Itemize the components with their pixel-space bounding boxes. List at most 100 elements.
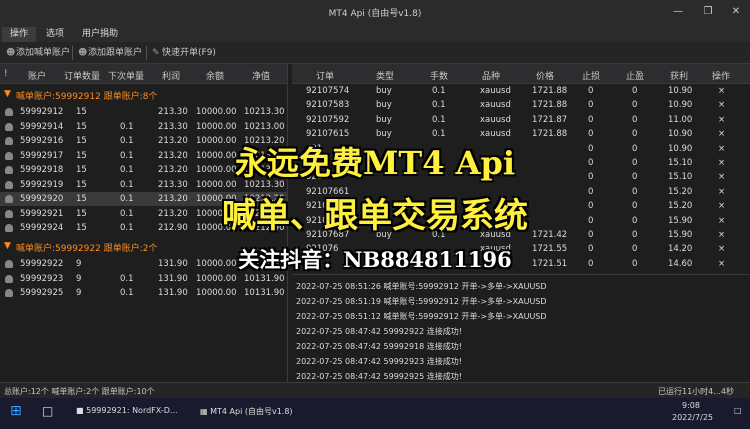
col-next-lots: 下次单量 xyxy=(108,72,145,82)
log-line: 2022-07-25 08:47:42 59992923 连接成功! xyxy=(296,357,462,366)
task-view-icon[interactable]: □ xyxy=(42,404,53,418)
clock-date[interactable]: 2022/7/25 xyxy=(672,413,713,422)
log-line: 2022-07-25 08:51:12 喊单账号:59992912 开单->多单… xyxy=(296,312,547,321)
lots-cell: 0.1 xyxy=(432,114,446,125)
user-icon xyxy=(5,289,13,297)
notification-icon[interactable]: □ xyxy=(734,406,742,415)
type-cell: buy xyxy=(376,86,392,96)
next-lots-cell: 0.1 xyxy=(120,273,134,284)
menu-options[interactable]: 选项 xyxy=(38,27,72,42)
log-line: 2022-07-25 08:47:42 59992925 连接成功! xyxy=(296,372,462,381)
close-button[interactable]: ✕ xyxy=(726,4,746,20)
toolbar-separator xyxy=(72,46,73,60)
col-profit: 利润 xyxy=(162,72,181,82)
add-caller-label: 添加喊单账户 xyxy=(16,48,71,58)
taskbar-app-mt4api[interactable]: ▦ MT4 Api (自由号v1.8) xyxy=(200,406,293,417)
windows-start-icon[interactable]: ⊞ xyxy=(10,403,22,419)
col-balance: 余额 xyxy=(206,72,225,82)
account-cell: 59992914 xyxy=(20,121,64,132)
balance-cell: 10000.00 xyxy=(196,288,237,298)
col-sl: 止损 xyxy=(582,72,601,82)
table-row[interactable]: 59992912 15 213.30 10000.00 10213.30 xyxy=(0,105,287,119)
user-icon xyxy=(5,122,13,131)
close-order-button[interactable]: × xyxy=(718,86,725,96)
add-user-icon: ☻ xyxy=(6,48,16,58)
balance-cell: 10000.00 xyxy=(196,107,237,117)
minimize-button[interactable]: — xyxy=(668,4,688,20)
toolbar: ☻添加喊单账户 ☻添加跟单账户 ✎ 快速开单(F9) xyxy=(0,42,750,64)
status-uptime: 已运行11小时4...4秒 xyxy=(658,387,734,396)
tp-cell: 0 xyxy=(632,86,638,96)
col-profit: 获利 xyxy=(670,72,689,82)
log-line: 2022-07-25 08:51:19 喊单账号:59992912 开单->多单… xyxy=(296,297,547,306)
add-follower-button[interactable]: ☻添加跟单账户 xyxy=(78,46,142,60)
equity-cell: 10131.90 xyxy=(244,288,285,298)
close-order-button[interactable]: × xyxy=(718,100,725,110)
col-lots: 手数 xyxy=(430,72,449,82)
next-lots-cell: 0.1 xyxy=(120,288,134,298)
menu-bar: 操作 选项 用户捐助 xyxy=(0,24,750,42)
col-account: 账户 xyxy=(28,72,47,82)
title-bar: MT4 Api (自由号v1.8) — ❐ ✕ xyxy=(0,0,750,24)
accounts-header: ! 账户 订单数量 下次单量 利润 余额 净值 xyxy=(0,64,287,84)
group-label: 喊单账户:59992912 跟单账户:8个 xyxy=(16,92,158,102)
clock-time[interactable]: 9:08 xyxy=(682,401,700,410)
table-row[interactable]: 92107592 buy 0.1 xauusd 1721.87 0 0 11.00 × xyxy=(292,113,750,127)
log-panel: 2022-07-25 08:51:26 喊单账号:59992912 开单->多单… xyxy=(292,274,750,382)
col-tp: 止盈 xyxy=(626,72,645,82)
profit-cell: 10.90 xyxy=(668,100,693,111)
status-summary: 总账户:12个 喊单账户:2个 跟单账户:10个 xyxy=(4,387,155,396)
add-caller-button[interactable]: ☻添加喊单账户 xyxy=(6,46,70,60)
price-cell: 1721.88 xyxy=(532,86,568,96)
overlay-headline: 永远免费MT4 Api xyxy=(234,144,515,182)
user-icon xyxy=(5,274,13,283)
equity-cell: 10213.00 xyxy=(244,121,285,132)
log-line: 2022-07-25 08:51:26 喊单账号:59992912 开单->多单… xyxy=(296,282,547,291)
balance-cell: 10000.00 xyxy=(196,273,237,284)
add-follower-label: 添加跟单账户 xyxy=(88,48,143,58)
symbol-cell: xauusd xyxy=(480,86,511,96)
table-row[interactable]: 59992914 15 0.1 213.30 10000.00 10213.00 xyxy=(0,120,287,134)
price-cell: 1721.88 xyxy=(532,100,568,111)
toolbar-separator xyxy=(146,46,147,60)
overlay-subheadline: 喊单、跟单交易系统 xyxy=(222,196,528,236)
status-bar: 总账户:12个 喊单账户:2个 跟单账户:10个 已运行11小时4...4秒 xyxy=(0,382,750,398)
symbol-cell: xauusd xyxy=(480,114,511,125)
log-line: 2022-07-25 08:47:42 59992922 连接成功! xyxy=(296,327,462,336)
type-cell: buy xyxy=(376,114,392,125)
close-order-button[interactable]: × xyxy=(718,115,725,125)
profit-cell: 131.90 xyxy=(158,273,188,284)
col-orders: 订单数量 xyxy=(64,72,101,82)
edit-icon: ✎ xyxy=(152,48,160,58)
profit-cell: 213.30 xyxy=(158,107,188,117)
user-icon xyxy=(5,108,13,116)
account-cell: 59992925 xyxy=(20,288,64,298)
table-row[interactable]: 92107574 buy 0.1 xauusd 1721.88 0 0 10.90 × xyxy=(292,84,750,98)
menu-donate[interactable]: 用户捐助 xyxy=(74,27,126,42)
account-cell: 59992923 xyxy=(20,273,64,284)
overlay-contact: 关注抖音：NB884811196 xyxy=(238,247,512,272)
table-row[interactable]: 92107583 buy 0.1 xauusd 1721.88 0 0 10.90 × xyxy=(292,98,750,112)
caller-group-1[interactable]: ▼ 喊单账户:59992912 跟单账户:8个 xyxy=(0,86,287,102)
sl-cell: 0 xyxy=(588,86,594,96)
account-cell: 59992912 xyxy=(20,107,64,117)
col-symbol: 品种 xyxy=(482,72,501,82)
quick-open-label: 快速开单(F9) xyxy=(162,48,216,58)
maximize-button[interactable]: ❐ xyxy=(698,4,718,20)
order-id-cell: 92107583 xyxy=(306,100,350,111)
type-cell: buy xyxy=(376,100,392,111)
taskbar-app-mt4api-label: MT4 Api (自由号v1.8) xyxy=(210,407,293,416)
orders-cell: 9 xyxy=(76,288,82,298)
quick-open-button[interactable]: ✎ 快速开单(F9) xyxy=(152,46,216,60)
profit-cell: 213.30 xyxy=(158,121,188,132)
balance-cell: 10000.00 xyxy=(196,121,237,132)
next-lots-cell: 0.1 xyxy=(120,121,134,132)
equity-cell: 10213.30 xyxy=(244,107,285,117)
tp-cell: 0 xyxy=(632,114,638,125)
profit-cell: 131.90 xyxy=(158,288,188,298)
menu-operate[interactable]: 操作 xyxy=(2,27,37,42)
table-row[interactable]: 59992925 9 0.1 131.90 10000.00 10131.90 xyxy=(0,286,287,300)
add-user-icon: ☻ xyxy=(78,48,88,58)
taskbar-app-terminal[interactable]: ■ 59992921: NordFX-D... xyxy=(76,406,178,415)
col-action: 操作 xyxy=(712,72,731,82)
